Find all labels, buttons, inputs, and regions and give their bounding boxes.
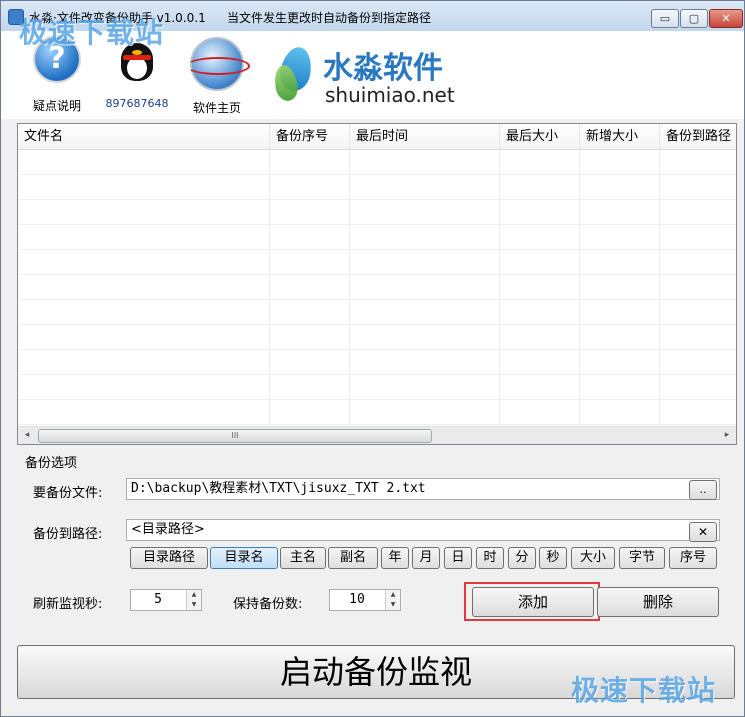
dest-path-input[interactable]: <目录路径> <box>126 519 720 541</box>
section-title: 备份选项 <box>25 456 78 471</box>
globe-icon <box>186 37 250 91</box>
refresh-seconds-label: 刷新监视秒: <box>33 597 103 612</box>
add-button-highlight <box>464 582 600 621</box>
column-last-time[interactable]: 最后时间 <box>350 124 500 149</box>
brand-name-cn: 水淼软件 <box>323 51 443 86</box>
token-button[interactable]: 主名 <box>280 547 326 569</box>
column-added-size[interactable]: 新增大小 <box>580 124 660 149</box>
qq-number: 897687648 <box>105 97 169 110</box>
spin-up-icon[interactable]: ▲ <box>187 590 201 600</box>
scroll-left-icon[interactable]: ◂ <box>21 429 33 442</box>
watermark-bottom: 极速下载站 <box>571 674 717 707</box>
keep-count-stepper[interactable]: 10 ▲ ▼ <box>329 589 401 611</box>
horizontal-scrollbar[interactable]: ◂ III ▸ <box>18 426 736 444</box>
list-header: 文件名 备份序号 最后时间 最后大小 新增大小 备份到路径 <box>18 124 736 150</box>
close-button[interactable]: ✕ <box>709 9 743 28</box>
token-button[interactable]: 目录路径 <box>130 547 208 569</box>
source-file-input[interactable]: D:\backup\教程素材\TXT\jisuxz_TXT 2.txt <box>126 478 720 500</box>
clear-path-button[interactable]: ✕ <box>689 522 717 542</box>
homepage-label: 软件主页 <box>192 101 241 115</box>
scroll-right-icon[interactable]: ▸ <box>721 429 733 442</box>
window-description: 当文件发生更改时自动备份到指定路径 <box>227 11 432 25</box>
column-filename[interactable]: 文件名 <box>18 124 270 149</box>
file-list[interactable]: 文件名 备份序号 最后时间 最后大小 新增大小 备份到路径 ◂ III ▸ <box>17 123 737 445</box>
column-backup-path[interactable]: 备份到路径 <box>660 124 736 149</box>
token-button[interactable]: 时 <box>476 547 504 569</box>
list-body <box>18 150 736 425</box>
delete-button[interactable]: 删除 <box>597 587 719 617</box>
refresh-seconds-value[interactable]: 5 <box>131 590 185 610</box>
watermark-top: 极速下载站 <box>19 16 165 49</box>
token-button[interactable]: 秒 <box>539 547 567 569</box>
help-label: 疑点说明 <box>32 99 81 113</box>
homepage-button[interactable]: 软件主页 <box>185 37 250 116</box>
keep-count-value[interactable]: 10 <box>330 590 384 610</box>
token-button[interactable]: 日 <box>444 547 472 569</box>
token-button[interactable]: 字节 <box>619 547 665 569</box>
brand-logo-icon <box>272 43 316 103</box>
token-button[interactable]: 分 <box>508 547 536 569</box>
minimize-button[interactable]: ▭ <box>651 9 679 28</box>
spin-up-icon[interactable]: ▲ <box>386 590 400 600</box>
refresh-seconds-stepper[interactable]: 5 ▲ ▼ <box>130 589 202 611</box>
token-button[interactable]: 目录名 <box>210 547 278 569</box>
scroll-thumb[interactable]: III <box>38 429 432 443</box>
token-button[interactable]: 月 <box>412 547 440 569</box>
keep-count-label: 保持备份数: <box>233 597 303 612</box>
dest-path-label: 备份到路径: <box>33 527 103 542</box>
token-button[interactable]: 年 <box>381 547 409 569</box>
token-button[interactable]: 副名 <box>328 547 378 569</box>
maximize-button[interactable]: ▢ <box>680 9 708 28</box>
column-backup-number[interactable]: 备份序号 <box>270 124 350 149</box>
column-last-size[interactable]: 最后大小 <box>500 124 580 149</box>
token-button[interactable]: 序号 <box>669 547 717 569</box>
spin-down-icon[interactable]: ▼ <box>187 600 201 610</box>
token-button[interactable]: 大小 <box>571 547 615 569</box>
source-file-label: 要备份文件: <box>33 486 103 501</box>
browse-button[interactable]: .. <box>689 480 717 500</box>
main-window: 水淼·文件改变备份助手 v1.0.0.1 当文件发生更改时自动备份到指定路径 ▭… <box>0 0 745 717</box>
brand-name-en: shuimiao.net <box>325 83 455 107</box>
spin-down-icon[interactable]: ▼ <box>386 600 400 610</box>
